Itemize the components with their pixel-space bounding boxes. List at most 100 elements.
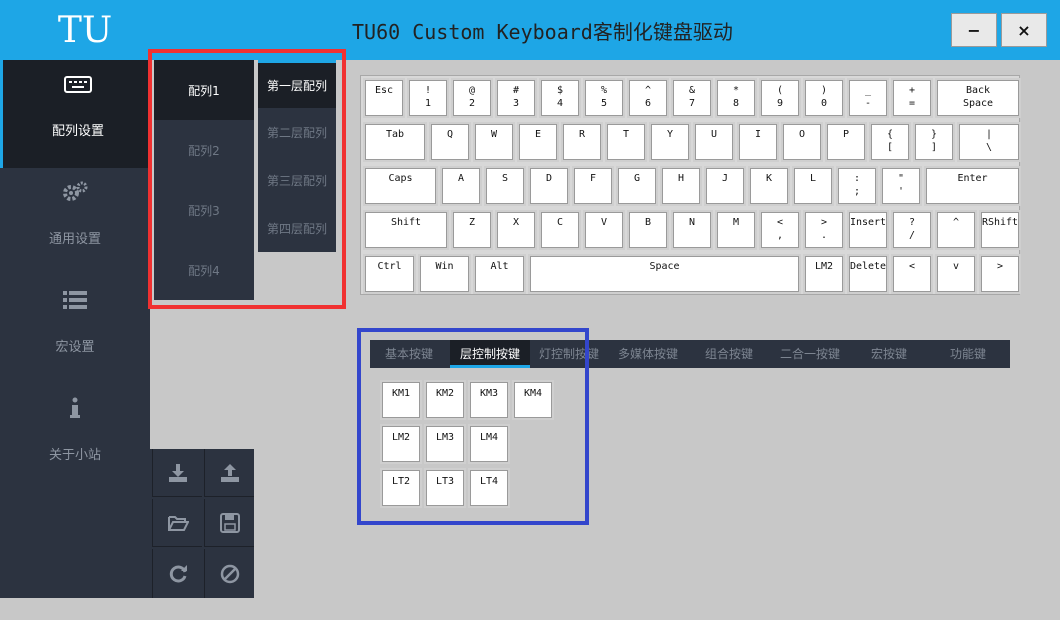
- key-0-3[interactable]: # 3: [495, 78, 537, 118]
- key-2-9[interactable]: L: [792, 166, 834, 206]
- key-1-5[interactable]: T: [605, 122, 647, 162]
- layout-item-3[interactable]: 配列3: [154, 180, 254, 240]
- layout-item-4[interactable]: 配列4: [154, 240, 254, 300]
- key-1-13[interactable]: | \: [957, 122, 1021, 162]
- function-key-lt3[interactable]: LT3: [424, 468, 466, 508]
- key-4-4[interactable]: LM2: [803, 254, 845, 294]
- key-3-12[interactable]: ^: [935, 210, 977, 250]
- key-1-6[interactable]: Y: [649, 122, 691, 162]
- key-2-5[interactable]: G: [616, 166, 658, 206]
- sidebar-item-layout[interactable]: 配列设置: [0, 60, 150, 168]
- key-4-2[interactable]: Alt: [473, 254, 526, 294]
- key-3-4[interactable]: V: [583, 210, 625, 250]
- save-button[interactable]: [204, 499, 254, 547]
- key-3-2[interactable]: X: [495, 210, 537, 250]
- key-2-4[interactable]: F: [572, 166, 614, 206]
- key-0-10[interactable]: ) 0: [803, 78, 845, 118]
- key-2-12[interactable]: Enter: [924, 166, 1021, 206]
- tab-light-control[interactable]: 灯控制按键: [539, 340, 599, 368]
- key-1-9[interactable]: O: [781, 122, 823, 162]
- layout-item-1[interactable]: 配列1: [154, 60, 254, 120]
- layer-item-3[interactable]: 第三层配列: [258, 156, 336, 204]
- key-4-6[interactable]: <: [891, 254, 933, 294]
- layer-item-1[interactable]: 第一层配列: [258, 60, 336, 108]
- tab-macro[interactable]: 宏按键: [871, 340, 907, 368]
- close-button[interactable]: ×: [1001, 13, 1047, 47]
- tab-layer-control[interactable]: 层控制按键: [450, 340, 531, 368]
- function-key-km2[interactable]: KM2: [424, 380, 466, 420]
- layer-item-2[interactable]: 第二层配列: [258, 108, 336, 156]
- tab-function[interactable]: 功能键: [950, 340, 986, 368]
- open-file-button[interactable]: [152, 499, 202, 547]
- key-0-13[interactable]: Back Space: [935, 78, 1021, 118]
- key-0-8[interactable]: * 8: [715, 78, 757, 118]
- layer-item-4[interactable]: 第四层配列: [258, 204, 336, 252]
- key-0-12[interactable]: + =: [891, 78, 933, 118]
- key-0-0[interactable]: Esc: [363, 78, 405, 118]
- download-button[interactable]: [152, 449, 202, 497]
- key-3-3[interactable]: C: [539, 210, 581, 250]
- key-3-13[interactable]: RShift: [979, 210, 1021, 250]
- refresh-button[interactable]: [152, 549, 202, 599]
- function-key-km4[interactable]: KM4: [512, 380, 554, 420]
- key-0-4[interactable]: $ 4: [539, 78, 581, 118]
- key-2-2[interactable]: S: [484, 166, 526, 206]
- key-0-6[interactable]: ^ 6: [627, 78, 669, 118]
- key-0-1[interactable]: ! 1: [407, 78, 449, 118]
- key-2-11[interactable]: " ': [880, 166, 922, 206]
- function-key-lm3[interactable]: LM3: [424, 424, 466, 464]
- key-3-8[interactable]: < ,: [759, 210, 801, 250]
- key-0-5[interactable]: % 5: [583, 78, 625, 118]
- key-1-3[interactable]: E: [517, 122, 559, 162]
- key-1-12[interactable]: } ]: [913, 122, 955, 162]
- key-0-7[interactable]: & 7: [671, 78, 713, 118]
- key-2-3[interactable]: D: [528, 166, 570, 206]
- tab-basic[interactable]: 基本按键: [385, 340, 433, 368]
- function-key-lt2[interactable]: LT2: [380, 468, 422, 508]
- key-2-7[interactable]: J: [704, 166, 746, 206]
- key-4-0[interactable]: Ctrl: [363, 254, 416, 294]
- function-key-km3[interactable]: KM3: [468, 380, 510, 420]
- key-1-11[interactable]: { [: [869, 122, 911, 162]
- function-key-km1[interactable]: KM1: [380, 380, 422, 420]
- function-key-lt4[interactable]: LT4: [468, 468, 510, 508]
- key-2-1[interactable]: A: [440, 166, 482, 206]
- tab-media[interactable]: 多媒体按键: [618, 340, 678, 368]
- key-3-5[interactable]: B: [627, 210, 669, 250]
- sidebar-item-about[interactable]: 关于小站: [0, 384, 150, 492]
- key-3-0[interactable]: Shift: [363, 210, 449, 250]
- function-key-lm2[interactable]: LM2: [380, 424, 422, 464]
- key-1-8[interactable]: I: [737, 122, 779, 162]
- sidebar-item-general[interactable]: 通用设置: [0, 168, 150, 276]
- key-2-6[interactable]: H: [660, 166, 702, 206]
- key-2-8[interactable]: K: [748, 166, 790, 206]
- key-4-3[interactable]: Space: [528, 254, 801, 294]
- key-3-11[interactable]: ? /: [891, 210, 933, 250]
- layout-item-2[interactable]: 配列2: [154, 120, 254, 180]
- key-4-1[interactable]: Win: [418, 254, 471, 294]
- key-1-4[interactable]: R: [561, 122, 603, 162]
- key-2-0[interactable]: Caps: [363, 166, 438, 206]
- key-1-7[interactable]: U: [693, 122, 735, 162]
- disable-button[interactable]: [204, 549, 254, 599]
- tab-combo[interactable]: 组合按键: [705, 340, 753, 368]
- key-3-9[interactable]: > .: [803, 210, 845, 250]
- key-1-0[interactable]: Tab: [363, 122, 427, 162]
- sidebar-item-macro[interactable]: 宏设置: [0, 276, 150, 384]
- key-3-6[interactable]: N: [671, 210, 713, 250]
- key-3-10[interactable]: Insert: [847, 210, 889, 250]
- key-1-10[interactable]: P: [825, 122, 867, 162]
- upload-button[interactable]: [204, 449, 254, 497]
- minimize-button[interactable]: −: [951, 13, 997, 47]
- key-1-2[interactable]: W: [473, 122, 515, 162]
- key-1-1[interactable]: Q: [429, 122, 471, 162]
- key-2-10[interactable]: : ;: [836, 166, 878, 206]
- key-0-2[interactable]: @ 2: [451, 78, 493, 118]
- tab-two-in-one[interactable]: 二合一按键: [780, 340, 840, 368]
- key-4-5[interactable]: Delete: [847, 254, 889, 294]
- key-4-8[interactable]: >: [979, 254, 1021, 294]
- key-0-11[interactable]: _ -: [847, 78, 889, 118]
- key-0-9[interactable]: ( 9: [759, 78, 801, 118]
- key-4-7[interactable]: v: [935, 254, 977, 294]
- function-key-lm4[interactable]: LM4: [468, 424, 510, 464]
